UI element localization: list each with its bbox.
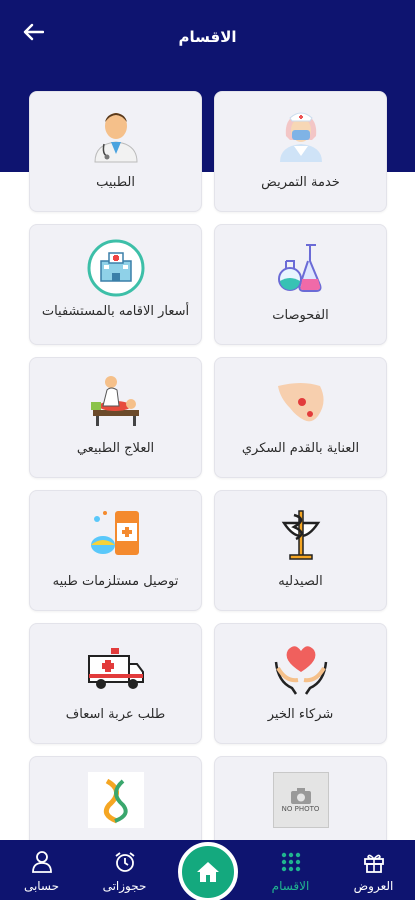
camera-icon	[290, 788, 311, 804]
nav-offers[interactable]: العروض	[332, 840, 415, 900]
category-card-physiotherapy[interactable]: العلاج الطبيعي	[29, 357, 202, 478]
category-card-nursing[interactable]: خدمة التمريض	[214, 91, 387, 212]
medical-supplies-icon	[85, 503, 147, 565]
nav-my-account[interactable]: حسابى	[0, 840, 83, 900]
pharmacy-icon	[270, 503, 332, 565]
charity-hands-heart-icon	[270, 636, 332, 698]
category-label: طلب عربة اسعاف	[65, 707, 166, 722]
category-label: خدمة التمريض	[261, 175, 340, 190]
categories-grid: خدمة التمريض الطبيب الفحوصات أسعار الاقا…	[29, 91, 387, 877]
home-icon	[197, 862, 219, 882]
category-card-lab-tests[interactable]: الفحوصات	[214, 224, 387, 345]
nav-label: حسابى	[23, 879, 60, 893]
no-photo-icon: NO PHOTO	[270, 769, 332, 831]
hospital-icon	[85, 237, 147, 299]
category-label: العلاج الطبيعي	[76, 441, 155, 456]
home-button[interactable]	[178, 842, 238, 900]
nav-categories[interactable]: الاقسام	[249, 840, 332, 900]
gift-icon	[363, 851, 385, 873]
nav-label: العروض	[353, 879, 394, 893]
nav-label: حجوزاتى	[102, 879, 147, 893]
category-card-pharmacy[interactable]: الصيدليه	[214, 490, 387, 611]
category-label: الصيدليه	[278, 574, 323, 589]
grid-dots-icon	[280, 851, 302, 873]
partner-logo-icon	[85, 769, 147, 831]
category-card-diabetic-foot[interactable]: العناية بالقدم السكري	[214, 357, 387, 478]
lab-flasks-icon	[270, 237, 332, 299]
person-icon	[31, 851, 53, 873]
category-label: العناية بالقدم السكري	[241, 441, 360, 456]
page-title: الاقسام	[178, 28, 237, 46]
alarm-clock-icon	[114, 851, 136, 873]
doctor-icon	[85, 104, 147, 166]
physiotherapy-icon	[85, 370, 147, 432]
category-card-charity-partners[interactable]: شركاء الخير	[214, 623, 387, 744]
category-card-doctor[interactable]: الطبيب	[29, 91, 202, 212]
category-card-medical-supplies[interactable]: توصيل مستلزمات طبيه	[29, 490, 202, 611]
nurse-icon	[270, 104, 332, 166]
category-label: الطبيب	[96, 175, 135, 190]
no-photo-text: NO PHOTO	[281, 805, 320, 813]
nav-my-bookings[interactable]: حجوزاتى	[83, 840, 166, 900]
category-label: توصيل مستلزمات طبيه	[52, 574, 179, 589]
category-card-hospital-prices[interactable]: أسعار الاقامه بالمستشفيات	[29, 224, 202, 345]
category-label: الفحوصات	[272, 308, 329, 323]
ambulance-icon	[85, 636, 147, 698]
diabetic-foot-icon	[270, 370, 332, 432]
category-label: شركاء الخير	[267, 707, 334, 722]
nav-label: الاقسام	[271, 879, 310, 893]
category-card-ambulance[interactable]: طلب عربة اسعاف	[29, 623, 202, 744]
category-label: أسعار الاقامه بالمستشفيات	[41, 304, 190, 319]
